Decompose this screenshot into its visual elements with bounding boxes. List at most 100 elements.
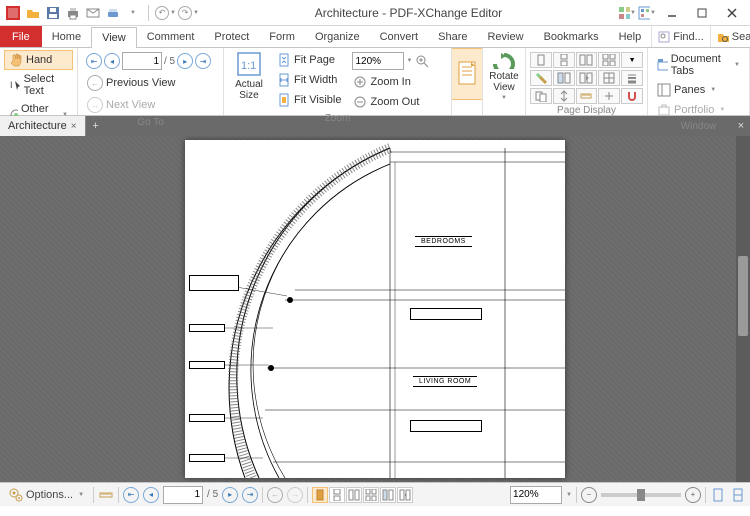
guides-icon[interactable] — [598, 88, 620, 104]
menu-protect[interactable]: Protect — [204, 26, 259, 47]
transitions-icon[interactable] — [530, 88, 552, 104]
fit-visible-button[interactable]: Fit Visible — [272, 90, 346, 110]
two-pages-icon[interactable] — [576, 52, 598, 68]
status-page-input[interactable] — [163, 486, 203, 504]
status-zoom-input[interactable] — [510, 486, 562, 504]
thin-lines-icon[interactable] — [621, 70, 643, 86]
search-button[interactable]: Search... — [710, 26, 750, 47]
show-gaps-icon[interactable] — [530, 70, 552, 86]
zoom-level-input[interactable] — [352, 52, 404, 70]
document-tab[interactable]: Architecture × — [0, 116, 86, 136]
zoom-in-button[interactable]: Zoom In — [348, 72, 434, 92]
rulers-icon[interactable] — [576, 88, 598, 104]
status-bar: Options...▼ ⇤ ◂ / 5 ▸ ⇥ ← → ▼ − + — [0, 482, 750, 506]
scrollbar-thumb[interactable] — [738, 256, 748, 336]
scan-icon[interactable] — [104, 4, 122, 22]
menu-home[interactable]: Home — [42, 26, 91, 47]
last-page-button[interactable]: ⇥ — [195, 53, 211, 69]
fit-page-button[interactable]: Fit Page — [272, 50, 346, 70]
menu-bar: File Home View Comment Protect Form Orga… — [0, 26, 750, 48]
status-fit-width-icon[interactable] — [730, 487, 746, 503]
page-thumbnails-button[interactable] — [452, 48, 482, 100]
page-input[interactable] — [122, 52, 162, 70]
note-6 — [189, 414, 225, 422]
zoom-slider[interactable] — [601, 493, 681, 497]
find-button[interactable]: Find... — [651, 26, 710, 47]
status-two-page-icon[interactable] — [346, 487, 362, 503]
zoom-slider-handle[interactable] — [637, 489, 645, 501]
rotate-view-button[interactable]: Rotate View▼ — [487, 50, 521, 102]
status-rtl-icon[interactable] — [397, 487, 413, 503]
status-prev-page[interactable]: ◂ — [143, 487, 159, 503]
save-icon[interactable] — [44, 4, 62, 22]
new-tab-button[interactable]: + — [86, 116, 106, 136]
vertical-scrollbar[interactable] — [736, 136, 750, 482]
select-text-tool[interactable]: ISelect Text — [4, 70, 73, 100]
launch-icon[interactable]: ▼ — [638, 4, 656, 22]
menu-bookmarks[interactable]: Bookmarks — [534, 26, 609, 47]
next-page-button[interactable]: ▸ — [177, 53, 193, 69]
show-cover-icon[interactable] — [553, 70, 575, 86]
close-button[interactable] — [718, 3, 746, 23]
menu-help[interactable]: Help — [609, 26, 652, 47]
grid-icon[interactable] — [598, 70, 620, 86]
status-continuous-icon[interactable] — [329, 487, 345, 503]
menu-organize[interactable]: Organize — [305, 26, 370, 47]
previous-view-button[interactable]: ←Previous View — [82, 72, 219, 94]
status-zoom-out[interactable]: − — [581, 487, 597, 503]
status-first-page[interactable]: ⇤ — [123, 487, 139, 503]
note-5 — [189, 361, 225, 369]
close-all-tabs-icon[interactable]: × — [732, 116, 750, 136]
status-last-page[interactable]: ⇥ — [242, 487, 258, 503]
snap-icon[interactable] — [621, 88, 643, 104]
svg-text:1:1: 1:1 — [241, 60, 256, 72]
status-next-page[interactable]: ▸ — [222, 487, 238, 503]
minimize-button[interactable] — [658, 3, 686, 23]
menu-convert[interactable]: Convert — [370, 26, 429, 47]
hand-tool[interactable]: Hand — [4, 50, 73, 70]
status-fit-page-icon[interactable] — [710, 487, 726, 503]
menu-share[interactable]: Share — [428, 26, 477, 47]
two-pages-cont-icon[interactable] — [598, 52, 620, 68]
status-single-page-icon[interactable] — [312, 487, 328, 503]
menu-view[interactable]: View — [91, 27, 137, 48]
menu-form[interactable]: Form — [259, 26, 305, 47]
rtl-icon[interactable] — [576, 70, 598, 86]
document-viewport[interactable]: BEDROOMS LIVING ROOM — [0, 136, 750, 482]
maximize-button[interactable] — [688, 3, 716, 23]
redo-button[interactable]: ↷▼ — [178, 6, 199, 20]
next-view-button[interactable]: →Next View — [82, 94, 219, 116]
continuous-icon[interactable] — [553, 52, 575, 68]
fit-width-button[interactable]: Fit Width — [272, 70, 346, 90]
autoscroll-icon[interactable] — [553, 88, 575, 104]
prev-page-button[interactable]: ◂ — [104, 53, 120, 69]
document-tabs-button[interactable]: Document Tabs▼ — [652, 50, 745, 80]
tab-close-icon[interactable]: × — [71, 121, 77, 132]
qat-dropdown-icon[interactable]: ▼ — [124, 4, 142, 22]
email-icon[interactable] — [84, 4, 102, 22]
app-icon — [4, 4, 22, 22]
status-cover-icon[interactable] — [380, 487, 396, 503]
print-icon[interactable] — [64, 4, 82, 22]
menu-comment[interactable]: Comment — [137, 26, 205, 47]
zoom-out-button[interactable]: Zoom Out — [348, 92, 434, 112]
file-menu[interactable]: File — [0, 26, 42, 47]
status-prev-view[interactable]: ← — [267, 487, 283, 503]
actual-size-button[interactable]: 1:1 Actual Size — [228, 50, 270, 102]
pdf-page[interactable]: BEDROOMS LIVING ROOM — [185, 140, 565, 478]
layout-dropdown[interactable]: ▼ — [621, 52, 643, 68]
measure-tool-icon[interactable] — [98, 487, 114, 503]
status-two-cont-icon[interactable] — [363, 487, 379, 503]
status-next-view[interactable]: → — [287, 487, 303, 503]
panes-button[interactable]: Panes▼ — [652, 80, 745, 100]
zoom-in-magnifier-icon[interactable] — [414, 53, 430, 69]
ui-options-icon[interactable]: ▼ — [618, 4, 636, 22]
menu-review[interactable]: Review — [477, 26, 533, 47]
first-page-button[interactable]: ⇤ — [86, 53, 102, 69]
options-button[interactable]: Options...▼ — [4, 485, 89, 505]
open-icon[interactable] — [24, 4, 42, 22]
single-page-icon[interactable] — [530, 52, 552, 68]
undo-button[interactable]: ↶▼ — [155, 6, 176, 20]
status-zoom-in[interactable]: + — [685, 487, 701, 503]
note-7 — [189, 454, 225, 462]
